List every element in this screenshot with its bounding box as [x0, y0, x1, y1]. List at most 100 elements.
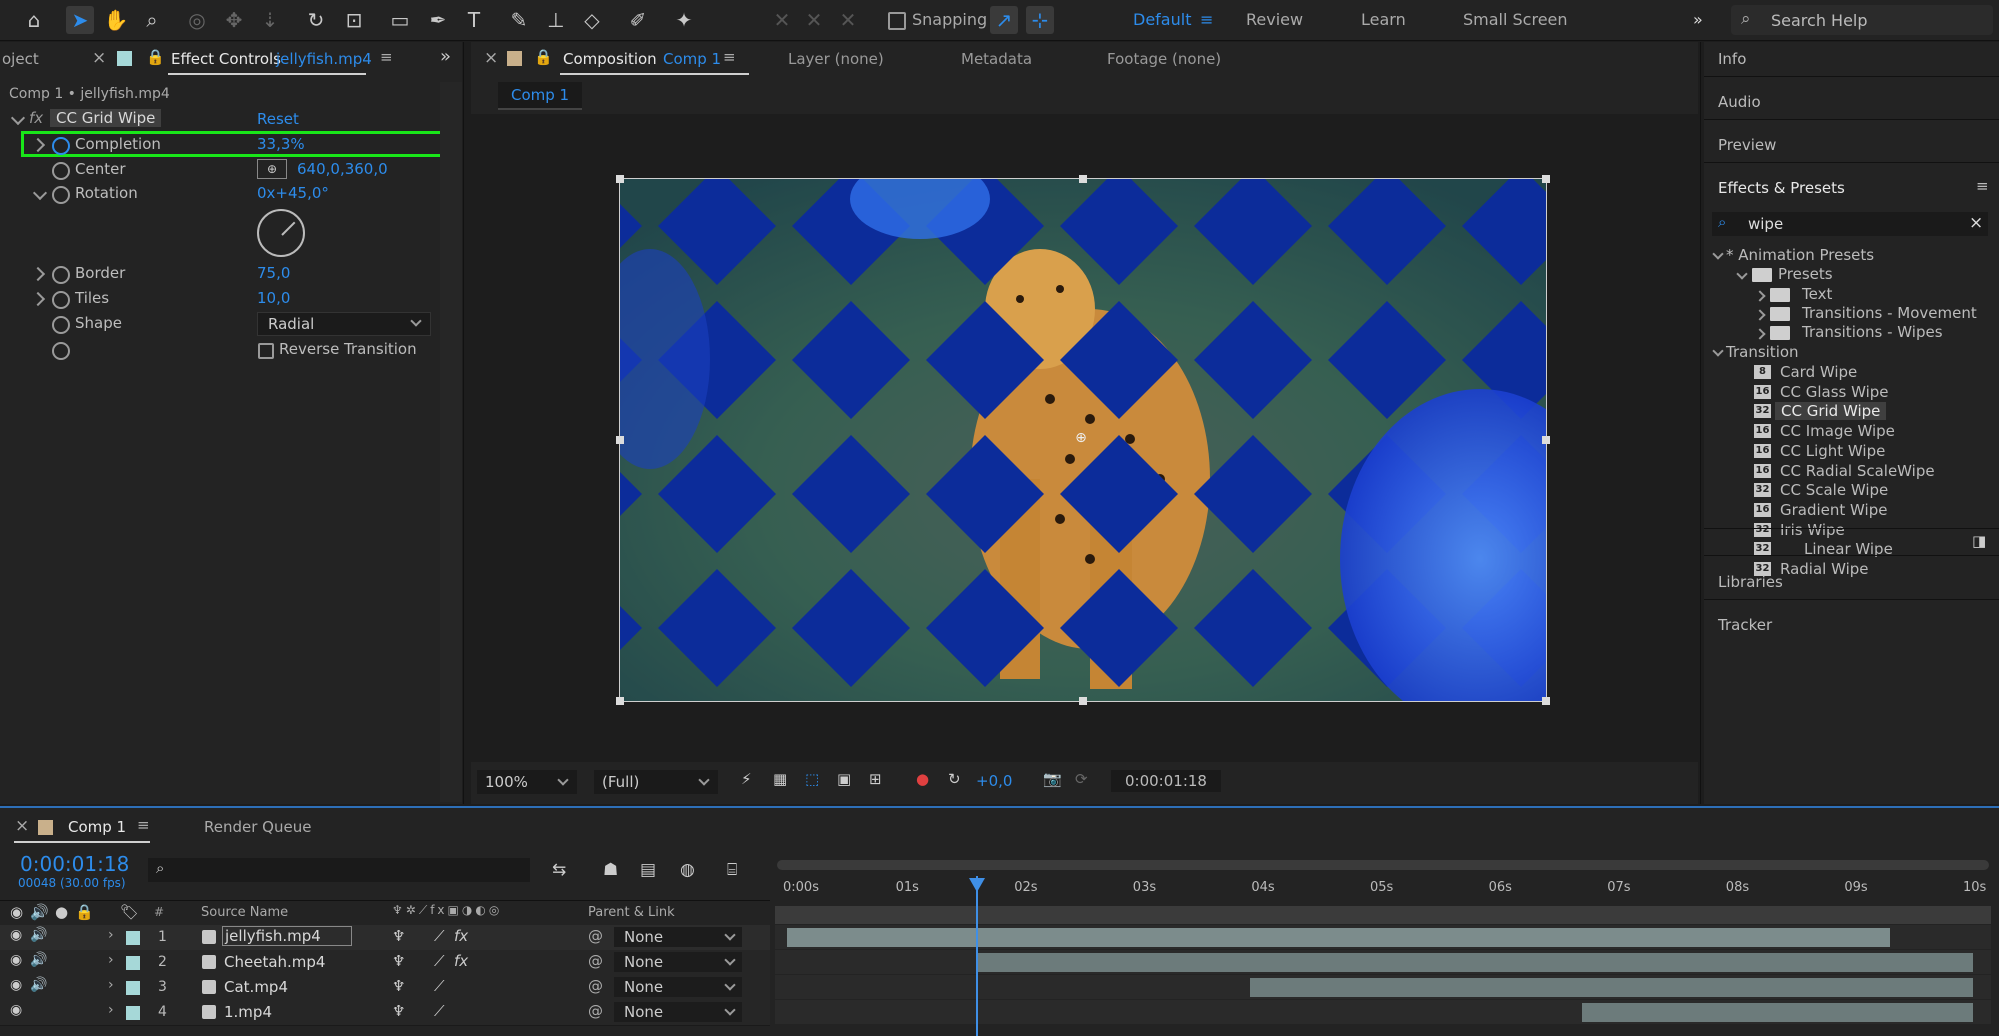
expand-layer-icon[interactable]: ›	[108, 977, 114, 993]
comp-lock-icon[interactable]: 🔒	[534, 48, 553, 66]
eraser-tool-icon[interactable]: ◇	[578, 6, 606, 34]
layer-duration-bar[interactable]	[1249, 978, 1973, 997]
center-value[interactable]: 640,0,360,0	[297, 160, 388, 178]
effect-item[interactable]: 32 CC Scale Wipe	[1704, 480, 1999, 500]
layer-label-color[interactable]	[126, 981, 140, 995]
clear-search-icon[interactable]: ×	[1969, 213, 1983, 233]
home-icon[interactable]: ⌂	[20, 6, 48, 34]
layer-source-name[interactable]: jellyfish.mp4	[222, 926, 352, 946]
clone-stamp-icon[interactable]: ⊥	[542, 6, 570, 34]
dolly-camera-icon[interactable]: ⇣	[256, 6, 284, 34]
collapse-animation-presets-icon[interactable]	[1712, 248, 1724, 260]
handle-top-left[interactable]	[616, 175, 624, 183]
collapse-effect-icon[interactable]	[10, 110, 26, 126]
number-column-header[interactable]: #	[154, 905, 164, 919]
quality-switch-icon[interactable]: ⟋	[434, 927, 445, 945]
effect-item[interactable]: 8 Card Wipe	[1704, 362, 1999, 382]
fx-icon[interactable]: fx	[29, 109, 43, 127]
tab-render-queue[interactable]: Render Queue	[204, 818, 311, 836]
tab-effect-controls[interactable]: Effect Controls	[171, 50, 281, 68]
pick-whip-icon[interactable]: @	[588, 927, 603, 945]
stopwatch-border-icon[interactable]	[52, 266, 70, 284]
video-eye-icon[interactable]: ◉	[10, 952, 22, 968]
close-comp-tab-icon[interactable]: ×	[484, 48, 498, 68]
tree-transitions-wipes[interactable]: Transitions - Wipes	[1802, 323, 1943, 341]
center-point-icon[interactable]: ⊕	[257, 159, 287, 179]
snap-grid-icon[interactable]: ⊹	[1026, 6, 1054, 34]
layer-row[interactable]: ◉ 🔊 › 3 Cat.mp4 ♆ ⟋ @ None	[0, 975, 770, 1001]
tree-presets[interactable]: Presets	[1778, 265, 1833, 283]
expand-layer-icon[interactable]: ›	[108, 1002, 114, 1018]
pick-whip-icon[interactable]: @	[588, 1002, 603, 1020]
effects-presets-header[interactable]: Effects & Presets	[1718, 179, 1845, 197]
layer-row[interactable]: ◉ 🔊 › 1 jellyfish.mp4 ♆ ⟋ fx @ None	[0, 925, 770, 951]
tab-metadata[interactable]: Metadata	[961, 50, 1032, 68]
shy-switch-icon[interactable]: ♆	[392, 952, 405, 970]
quality-switch-icon[interactable]: ⟋	[434, 952, 445, 970]
workspace-review[interactable]: Review	[1246, 10, 1303, 29]
rotation-dial[interactable]	[257, 209, 305, 257]
time-ruler[interactable]: 0:00s 01s 02s 03s 04s 05s 06s 07s 08s 09s 10s	[775, 876, 1991, 902]
expand-transitions-wipes-icon[interactable]	[1754, 328, 1766, 340]
layer-row[interactable]: ◉ › 4 1.mp4 ♆ ⟋ @ None	[0, 1000, 770, 1026]
tab-project[interactable]: oject	[2, 50, 39, 68]
show-snapshot-icon[interactable]: ⟳	[1075, 770, 1088, 788]
fx-switch-icon[interactable]: fx	[454, 952, 468, 970]
rectangle-tool-icon[interactable]: ▭	[386, 6, 414, 34]
workspace-learn[interactable]: Learn	[1361, 10, 1406, 29]
composition-flowchart-icon[interactable]: ⇆	[552, 860, 566, 880]
layer-duration-bar[interactable]	[1581, 1003, 1973, 1022]
effect-item[interactable]: 16 CC Image Wipe	[1704, 421, 1999, 441]
snapshot-icon[interactable]: 📷	[1043, 770, 1062, 788]
shy-switch-icon[interactable]: ♆	[392, 927, 405, 945]
mask-visibility-icon[interactable]: ⬚	[805, 770, 819, 788]
handle-bottom-right[interactable]	[1542, 697, 1550, 705]
audio-panel-header[interactable]: Audio	[1718, 93, 1761, 111]
tab-composition[interactable]: Composition	[563, 50, 657, 68]
handle-middle-left[interactable]	[616, 436, 624, 444]
effect-item[interactable]: 16 CC Radial ScaleWipe	[1704, 461, 1999, 481]
tree-transition[interactable]: Transition	[1726, 343, 1799, 361]
orbit-camera-icon[interactable]: ◎	[183, 6, 211, 34]
collapse-rotation-icon[interactable]	[32, 185, 48, 201]
text-tool-icon[interactable]: T	[460, 6, 488, 34]
rotate-tool-icon[interactable]: ↻	[302, 6, 330, 34]
layer-label-color[interactable]	[126, 1006, 140, 1020]
effect-item[interactable]: 16 CC Light Wipe	[1704, 441, 1999, 461]
lock-icon[interactable]: 🔒	[146, 48, 165, 66]
parent-link-header[interactable]: Parent & Link	[588, 905, 675, 920]
layer-row[interactable]: ◉ 🔊 › 2 Cheetah.mp4 ♆ ⟋ fx @ None	[0, 950, 770, 976]
audio-icon[interactable]: 🔊	[30, 927, 47, 943]
region-of-interest-icon[interactable]: ▣	[837, 770, 851, 788]
video-eye-icon[interactable]: ◉	[10, 927, 22, 943]
expand-transitions-movement-icon[interactable]	[1754, 309, 1766, 321]
quality-switch-icon[interactable]: ⟋	[434, 1002, 445, 1020]
panel-menu-icon[interactable]: ≡	[380, 48, 393, 66]
layer-source-name[interactable]: 1.mp4	[224, 1003, 272, 1021]
effect-name[interactable]: CC Grid Wipe	[50, 109, 162, 127]
shy-switch-icon[interactable]: ♆	[392, 1002, 405, 1020]
selection-tool-icon[interactable]: ➤	[66, 6, 94, 34]
tiles-value[interactable]: 10,0	[257, 289, 290, 307]
layer-label-color[interactable]	[126, 931, 140, 945]
close-tab-icon[interactable]: ×	[92, 48, 106, 68]
shy-layers-icon[interactable]: ☗	[603, 860, 618, 880]
quality-switch-icon[interactable]: ⟋	[434, 977, 445, 995]
tab-layer[interactable]: Layer (none)	[788, 50, 884, 68]
audio-icon[interactable]: 🔊	[30, 977, 47, 993]
tree-transitions-movement[interactable]: Transitions - Movement	[1802, 304, 1977, 322]
timeline-menu-icon[interactable]: ≡	[137, 816, 150, 834]
pick-whip-icon[interactable]: @	[588, 952, 603, 970]
new-item-icon[interactable]: ◨	[1972, 532, 1986, 550]
search-help-input[interactable]: Search Help	[1771, 11, 1868, 30]
pick-whip-icon[interactable]: @	[588, 977, 603, 995]
effects-menu-icon[interactable]: ≡	[1976, 177, 1989, 195]
collapse-transition-icon[interactable]	[1712, 345, 1724, 357]
layer-label-color[interactable]	[126, 956, 140, 970]
stopwatch-reverse-icon[interactable]	[52, 342, 70, 360]
timeline-tab-comp[interactable]: Comp 1	[68, 818, 126, 836]
parent-dropdown[interactable]: None	[614, 977, 742, 997]
effects-search-field[interactable]: ⌕ wipe ×	[1712, 212, 1988, 236]
tree-text[interactable]: Text	[1802, 285, 1832, 303]
snapping-checkbox[interactable]	[888, 12, 906, 30]
